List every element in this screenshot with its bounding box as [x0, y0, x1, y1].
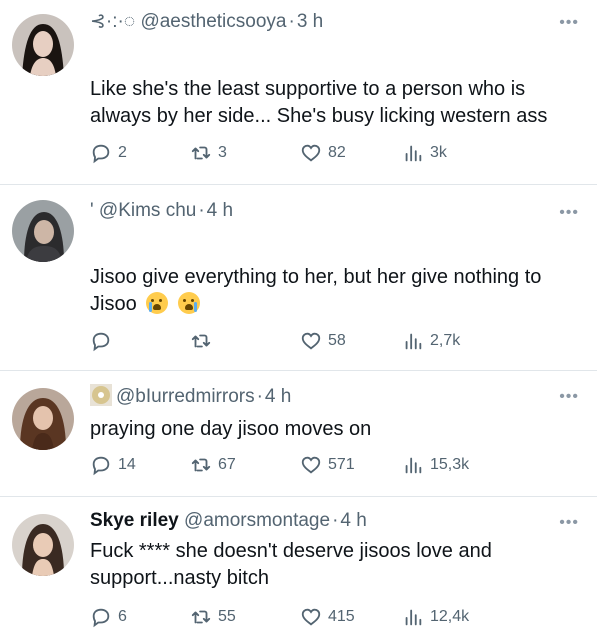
action-bar: 6 55 415 12,4k [90, 604, 570, 630]
reply-feed: ⊰·:·◌ @aestheticsooya · 3 h ••• Like she's… [0, 0, 597, 640]
like-button[interactable]: 82 [300, 140, 346, 166]
reply-button[interactable]: 2 [90, 140, 127, 166]
user-handle[interactable]: @amorsmontage [184, 510, 330, 531]
name-prefix: ⊰·:·◌ [90, 11, 136, 32]
cd-icon [90, 384, 112, 406]
retweet-button[interactable]: 67 [190, 452, 236, 478]
heart-icon [301, 144, 321, 162]
retweet-count: 55 [218, 608, 236, 625]
avatar[interactable] [12, 388, 74, 450]
like-count: 58 [328, 332, 346, 349]
reply-button[interactable] [90, 328, 118, 354]
reply-icon [92, 144, 110, 164]
more-options-icon[interactable]: ••• [559, 514, 579, 532]
like-count: 82 [328, 144, 346, 161]
retweet-icon [191, 334, 211, 348]
tweet[interactable]: Skye riley @amorsmontage · 4 h ••• Fuck **… [0, 496, 597, 640]
action-bar: 14 67 571 15,3k [90, 452, 570, 478]
name-prefix: ' [90, 200, 94, 221]
action-bar: 2 3 82 3k [90, 140, 570, 166]
more-options-icon[interactable]: ••• [559, 388, 579, 406]
retweet-icon [191, 610, 211, 624]
tweet-header: ⊰·:·◌ @aestheticsooya · 3 h [90, 10, 323, 33]
retweet-button[interactable]: 3 [190, 140, 227, 166]
tweet-text: Jisoo give everything to her, but her gi… [90, 264, 585, 318]
crying-face-emoji [177, 292, 200, 314]
view-count: 3k [430, 144, 447, 161]
heart-icon [301, 456, 321, 474]
tweet-text: Fuck **** she doesn't deserve jisoos lov… [90, 540, 492, 589]
like-button[interactable]: 571 [300, 452, 355, 478]
views-button[interactable]: 15,3k [402, 452, 469, 478]
timestamp[interactable]: 3 h [297, 11, 323, 32]
timestamp[interactable]: 4 h [340, 510, 366, 531]
heart-icon [301, 608, 321, 626]
display-name[interactable]: Skye riley [90, 510, 179, 531]
view-count: 2,7k [430, 332, 461, 349]
views-icon [405, 457, 422, 474]
user-handle[interactable]: @Kims chu [99, 200, 196, 221]
tweet-header: ' @Kims chu · 4 h [90, 200, 233, 222]
user-handle[interactable]: @bIurredmirrors [116, 386, 255, 407]
views-icon [405, 333, 422, 350]
views-button[interactable]: 2,7k [402, 328, 460, 354]
view-count: 15,3k [430, 456, 470, 473]
crying-face-emoji [146, 292, 169, 314]
more-options-icon[interactable]: ••• [559, 204, 579, 222]
tweet[interactable]: @bIurredmirrors · 4 h ••• praying one day … [0, 370, 597, 497]
retweet-icon [191, 146, 211, 160]
avatar[interactable] [12, 200, 74, 262]
avatar[interactable] [12, 14, 74, 76]
like-button[interactable]: 58 [300, 328, 346, 354]
views-button[interactable]: 12,4k [402, 604, 469, 630]
retweet-count: 67 [218, 456, 236, 473]
tweet-text: Like she's the least supportive to a per… [90, 78, 548, 127]
like-button[interactable]: 415 [300, 604, 355, 630]
like-count: 415 [328, 608, 355, 625]
user-handle[interactable]: @aestheticsooya [140, 11, 286, 32]
reply-icon [92, 332, 110, 352]
separator: · [332, 510, 339, 531]
separator: · [198, 200, 205, 221]
views-icon [405, 145, 422, 162]
separator: · [288, 11, 295, 32]
more-options-icon[interactable]: ••• [559, 14, 579, 32]
reply-icon [92, 456, 110, 476]
tweet[interactable]: ' @Kims chu · 4 h ••• Jisoo give everythin… [0, 184, 597, 371]
like-count: 571 [328, 456, 355, 473]
views-button[interactable]: 3k [402, 140, 447, 166]
timestamp[interactable]: 4 h [207, 200, 233, 221]
tweet-header: Skye riley @amorsmontage · 4 h [90, 510, 367, 532]
action-bar: 58 2,7k [90, 328, 570, 354]
view-count: 12,4k [430, 608, 470, 625]
reply-button[interactable]: 14 [90, 452, 136, 478]
reply-button[interactable]: 6 [90, 604, 127, 630]
retweet-button[interactable] [190, 328, 218, 354]
views-icon [405, 609, 422, 626]
retweet-icon [191, 458, 211, 472]
heart-icon [301, 332, 321, 350]
tweet[interactable]: ⊰·:·◌ @aestheticsooya · 3 h ••• Like she's… [0, 0, 597, 185]
reply-count: 6 [118, 608, 127, 625]
tweet-header: @bIurredmirrors · 4 h [90, 384, 291, 408]
retweet-count: 3 [218, 144, 227, 161]
separator: · [256, 386, 263, 407]
timestamp[interactable]: 4 h [265, 386, 291, 407]
reply-icon [92, 608, 110, 628]
reply-count: 2 [118, 144, 127, 161]
reply-count: 14 [118, 456, 136, 473]
avatar[interactable] [12, 514, 74, 576]
retweet-button[interactable]: 55 [190, 604, 236, 630]
tweet-text: praying one day jisoo moves on [90, 418, 372, 440]
